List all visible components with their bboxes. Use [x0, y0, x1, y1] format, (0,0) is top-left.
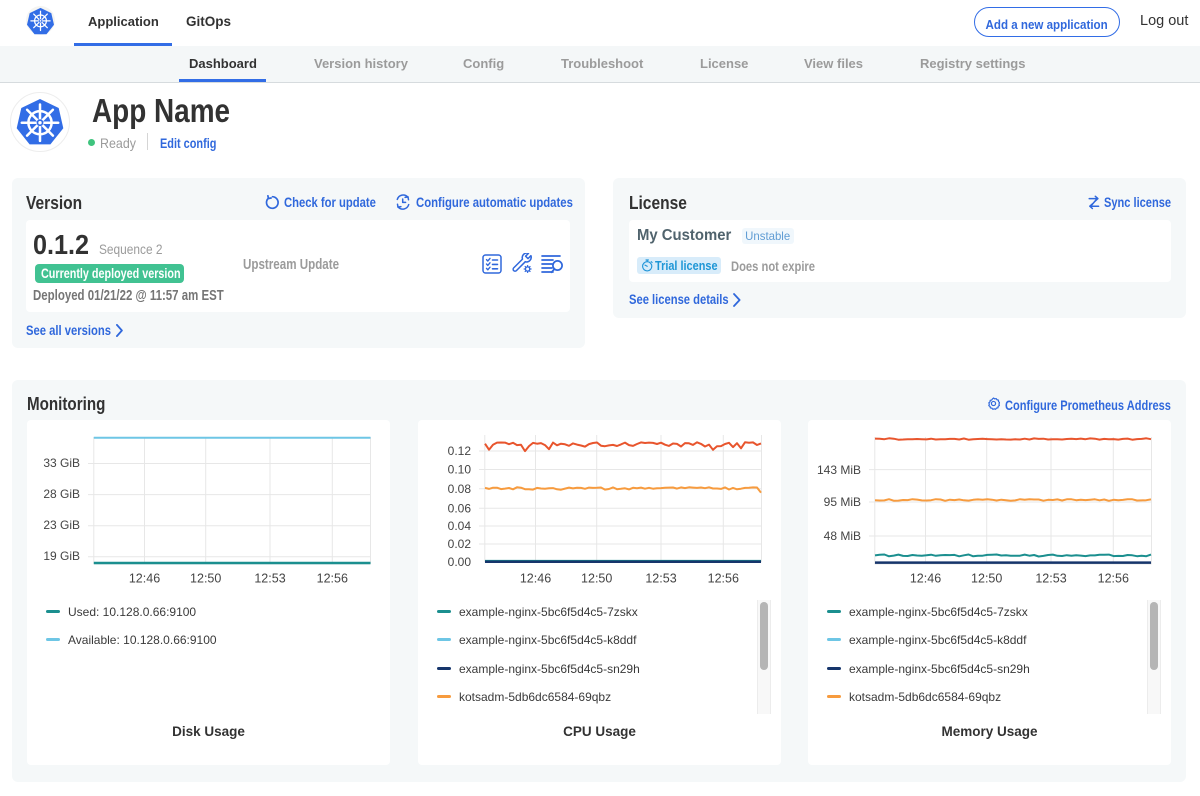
svg-text:0.08: 0.08: [448, 482, 472, 496]
svg-text:12:53: 12:53: [645, 572, 676, 586]
svg-text:28 GiB: 28 GiB: [43, 487, 80, 501]
svg-text:12:50: 12:50: [971, 572, 1002, 586]
svg-text:33 GiB: 33 GiB: [43, 456, 80, 470]
svg-text:23 GiB: 23 GiB: [43, 518, 80, 532]
svg-text:12:46: 12:46: [129, 572, 160, 586]
svg-text:12:56: 12:56: [708, 572, 739, 586]
svg-text:19 GiB: 19 GiB: [43, 549, 80, 563]
svg-text:12:53: 12:53: [1035, 572, 1066, 586]
svg-text:0.06: 0.06: [448, 501, 472, 515]
svg-text:12:56: 12:56: [1098, 572, 1129, 586]
svg-text:12:46: 12:46: [520, 572, 551, 586]
svg-text:0.12: 0.12: [448, 444, 472, 458]
svg-text:12:50: 12:50: [190, 572, 221, 586]
svg-text:0.02: 0.02: [448, 537, 472, 551]
svg-text:12:50: 12:50: [581, 572, 612, 586]
svg-text:12:53: 12:53: [254, 572, 285, 586]
svg-text:12:56: 12:56: [317, 572, 348, 586]
svg-text:143 MiB: 143 MiB: [817, 463, 861, 477]
svg-text:0.10: 0.10: [448, 463, 472, 477]
svg-text:0.04: 0.04: [448, 519, 472, 533]
svg-text:0.00: 0.00: [448, 555, 472, 569]
svg-text:95 MiB: 95 MiB: [824, 495, 861, 509]
svg-text:12:46: 12:46: [910, 572, 941, 586]
svg-text:48 MiB: 48 MiB: [824, 529, 861, 543]
